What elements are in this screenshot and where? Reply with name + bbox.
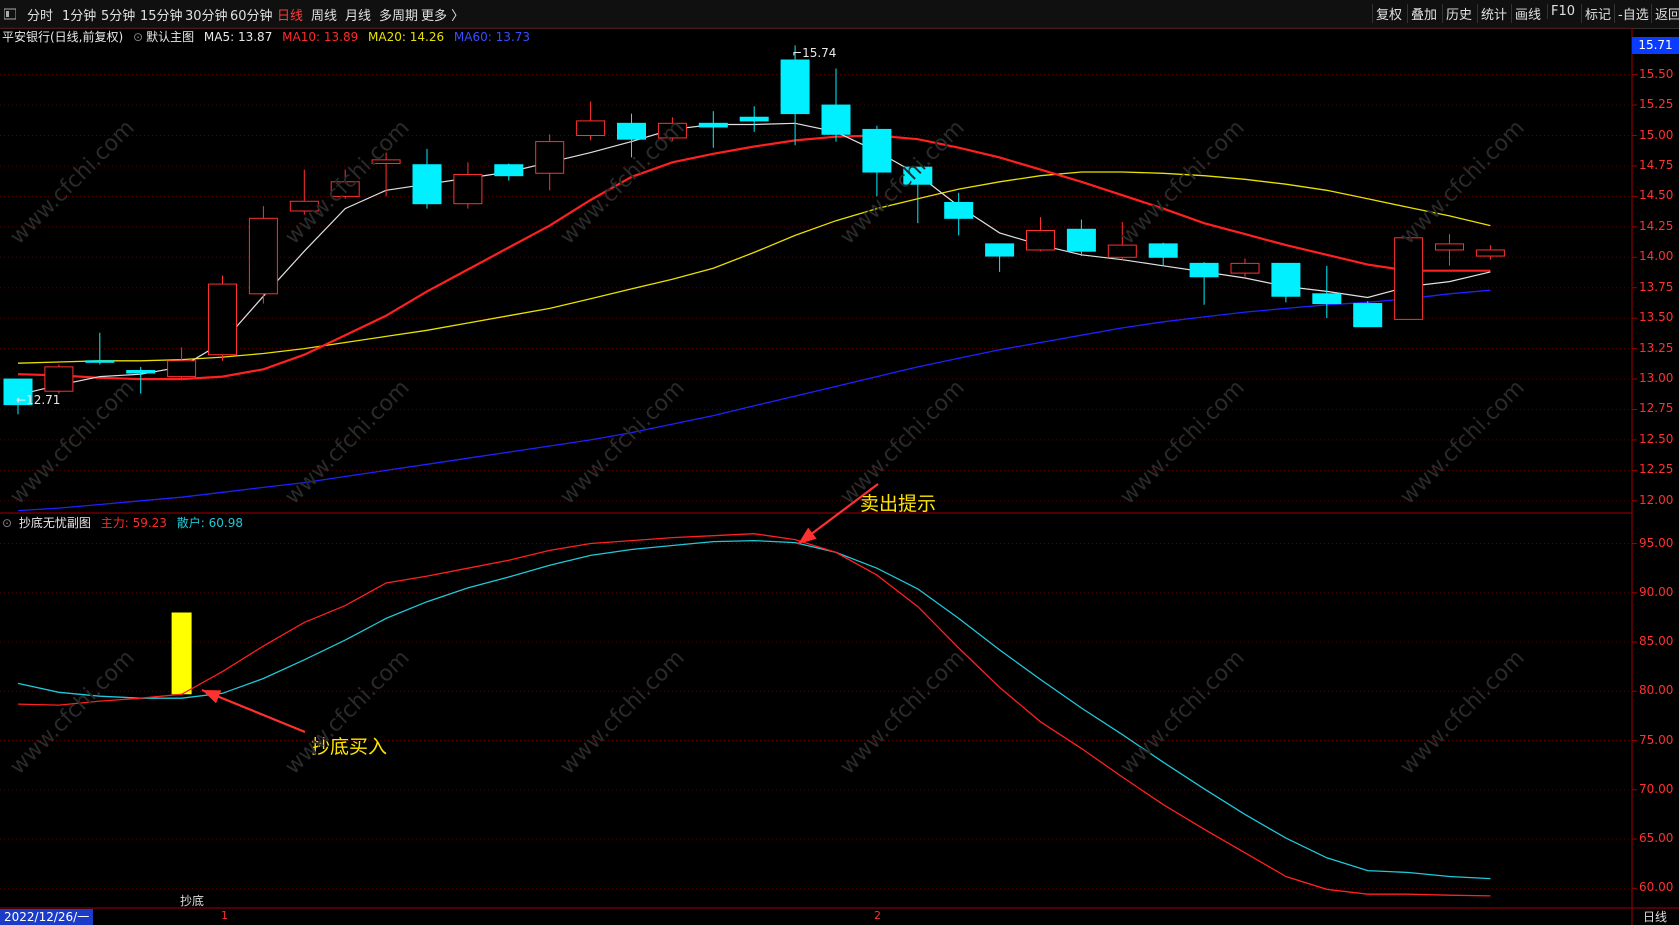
main-y-label: 13.50: [1639, 310, 1674, 325]
sub-y-label: 60.00: [1639, 880, 1674, 895]
candle-body-up: [576, 120, 606, 137]
candle-body-up: [535, 141, 565, 174]
candle-body-up: [453, 173, 483, 205]
main-y-label: 14.75: [1639, 157, 1674, 172]
sell-annotation: 卖出提示: [860, 493, 937, 515]
main-y-label: 14.00: [1639, 249, 1674, 264]
candle-body-down: [1353, 303, 1383, 328]
main-force-line: [17, 533, 1491, 897]
ma10-line: [17, 134, 1491, 381]
candle-body-down: [1148, 243, 1178, 258]
candle-body-down: [821, 104, 851, 135]
candle-body-down: [985, 243, 1015, 257]
sub-y-label: 95.00: [1639, 535, 1674, 550]
candle-body-down: [494, 164, 524, 177]
max-price-label: ⌐15.74: [792, 46, 837, 60]
candle-body-down: [85, 360, 115, 363]
main-y-label: 13.00: [1639, 371, 1674, 386]
candle-body-down: [862, 128, 892, 173]
sub-y-label: 65.00: [1639, 831, 1674, 846]
sub-y-label: 90.00: [1639, 584, 1674, 599]
main-y-label: 12.75: [1639, 401, 1674, 416]
sub-y-label: 70.00: [1639, 781, 1674, 796]
candle-body-down: [1066, 228, 1096, 252]
period-indicator[interactable]: 日线: [1643, 908, 1667, 925]
signal-label: 抄底: [180, 894, 205, 908]
min-price-label: ←12.71: [16, 393, 61, 407]
candle-body-down: [617, 122, 646, 140]
retail-line: [17, 539, 1491, 880]
arrow-left-icon: ←: [16, 393, 27, 407]
candle-body-up: [1435, 243, 1464, 251]
sub-y-label: 80.00: [1639, 683, 1674, 698]
main-y-label: 15.50: [1639, 66, 1674, 81]
candle-body-up: [44, 366, 74, 392]
main-y-label: 12.00: [1639, 492, 1674, 507]
candle-body-up: [208, 283, 237, 356]
candle-body-down: [780, 59, 810, 115]
candle-body-down: [1189, 262, 1219, 278]
candle-body-up: [1475, 249, 1505, 257]
sub-y-label: 75.00: [1639, 732, 1674, 747]
candle-body-down: [1312, 293, 1342, 305]
main-y-label: 14.50: [1639, 188, 1674, 203]
main-y-label: 12.50: [1639, 431, 1674, 446]
candle-body-up: [1026, 229, 1055, 251]
x-mark-1: 1: [221, 909, 228, 922]
ma20-line: [17, 171, 1491, 364]
candle-body-down: [1271, 262, 1301, 297]
candle-body-up: [1230, 262, 1260, 274]
current-price-tag: 15.71: [1632, 37, 1679, 54]
candle-body-down: [739, 116, 769, 122]
main-y-label: 15.25: [1639, 97, 1674, 112]
signal-bar: [171, 612, 192, 695]
candle-body-down: [412, 164, 442, 205]
ma5-line: [17, 122, 1491, 396]
buy-arrow-head: [202, 690, 222, 704]
candle-body-up: [167, 360, 197, 378]
sell-arrow-head: [798, 527, 817, 544]
candle-body-up: [1394, 237, 1424, 320]
x-mark-2: 2: [874, 909, 881, 922]
flag-icon: ⌐: [792, 46, 803, 60]
sub-y-label: 85.00: [1639, 634, 1674, 649]
candle-body-down: [126, 370, 156, 374]
main-y-label: 14.25: [1639, 218, 1674, 233]
cursor-date: 2022/12/26/一: [0, 909, 94, 925]
candle-body-down: [698, 122, 728, 128]
main-y-label: 15.00: [1639, 127, 1674, 142]
main-y-label: 13.75: [1639, 279, 1674, 294]
main-y-label: 13.25: [1639, 340, 1674, 355]
candle-body-down: [944, 201, 974, 219]
main-y-label: 12.25: [1639, 462, 1674, 477]
candle-body-up: [248, 217, 278, 295]
